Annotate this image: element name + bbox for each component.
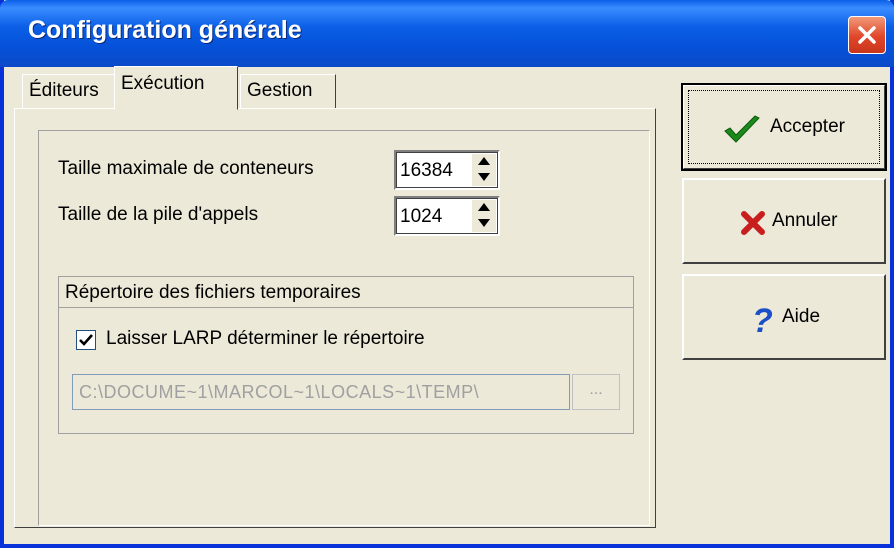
spin-down-icon[interactable]	[478, 173, 490, 181]
spin-up-icon[interactable]	[478, 157, 490, 165]
svg-text:?: ?	[752, 304, 773, 336]
tab-gestion[interactable]: Gestion	[240, 74, 336, 108]
temp-dir-group-header: Répertoire des fichiers temporaires	[58, 276, 634, 308]
close-button[interactable]	[848, 16, 886, 54]
max-containers-stepper[interactable]	[471, 154, 496, 186]
call-stack-stepper[interactable]	[471, 200, 496, 232]
max-containers-spinner[interactable]: 16384	[394, 150, 500, 190]
checkmark-icon	[724, 115, 760, 143]
checkmark-icon	[79, 334, 93, 346]
auto-temp-dir-checkbox[interactable]	[76, 330, 96, 350]
tab-execution[interactable]: Exécution	[114, 66, 238, 110]
browse-button[interactable]: ...	[572, 374, 620, 410]
accept-label: Accepter	[770, 116, 845, 137]
max-containers-value[interactable]: 16384	[400, 160, 453, 182]
title-bar[interactable]: Configuration générale	[0, 0, 894, 67]
help-button[interactable]: ? Aide	[682, 274, 886, 360]
max-containers-label: Taille maximale de conteneurs	[58, 158, 314, 179]
cancel-label: Annuler	[772, 210, 838, 231]
spin-up-icon[interactable]	[478, 203, 490, 211]
question-icon: ?	[752, 304, 773, 336]
window-title: Configuration générale	[28, 16, 302, 44]
accept-button[interactable]: Accepter	[681, 83, 887, 171]
temp-dir-group-title: Répertoire des fichiers temporaires	[65, 282, 361, 303]
call-stack-value[interactable]: 1024	[400, 206, 442, 228]
call-stack-label: Taille de la pile d'appels	[58, 204, 259, 225]
close-icon	[858, 26, 876, 44]
call-stack-spinner[interactable]: 1024	[394, 196, 500, 236]
temp-path-input[interactable]: C:\DOCUME~1\MARCOL~1\LOCALS~1\TEMP\	[72, 374, 570, 410]
temp-path-value: C:\DOCUME~1\MARCOL~1\LOCALS~1\TEMP\	[79, 382, 480, 402]
cancel-button[interactable]: Annuler	[682, 178, 886, 264]
auto-temp-dir-label[interactable]: Laisser LARP déterminer le répertoire	[106, 328, 425, 350]
temp-dir-group	[58, 306, 634, 434]
tab-editeurs[interactable]: Éditeurs	[22, 74, 116, 108]
x-icon	[741, 211, 765, 235]
help-label: Aide	[782, 306, 821, 327]
spin-down-icon[interactable]	[478, 219, 490, 227]
